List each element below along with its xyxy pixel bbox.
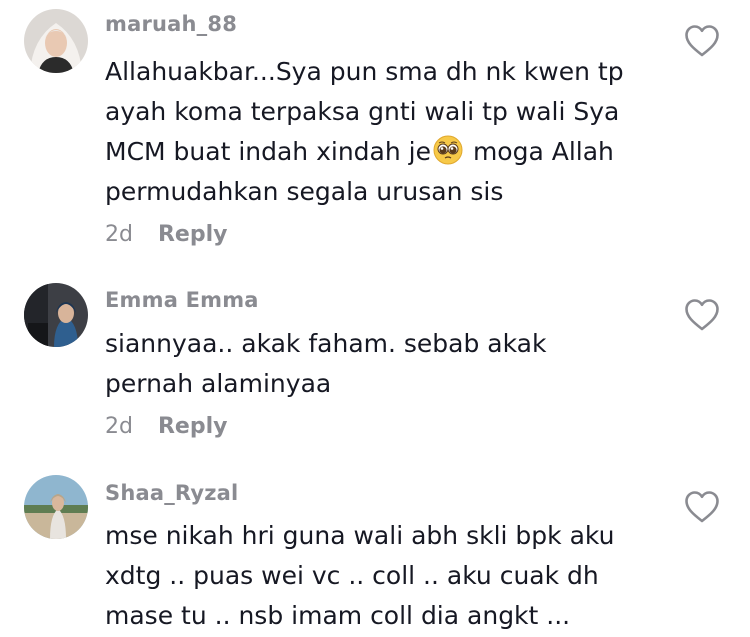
pleading-face-emoji	[433, 135, 463, 165]
like-button[interactable]	[684, 490, 720, 524]
heart-outline-icon	[685, 25, 719, 57]
comment-meta: 2d Reply	[105, 222, 227, 247]
comment-username[interactable]: Emma Emma	[105, 288, 259, 312]
reply-button[interactable]: Reply	[158, 222, 228, 247]
comment-time: 2d	[105, 414, 133, 439]
avatar[interactable]	[24, 475, 88, 539]
like-button[interactable]	[684, 298, 720, 332]
heart-outline-icon	[685, 491, 719, 523]
comment-username[interactable]: maruah_88	[105, 12, 237, 36]
avatar[interactable]	[24, 9, 88, 73]
comment-text: Allahuakbar...Sya pun sma dh nk kwen tp …	[105, 52, 665, 212]
comment-meta: 2d Reply	[105, 414, 227, 439]
avatar[interactable]	[24, 283, 88, 347]
comment-username[interactable]: Shaa_Ryzal	[105, 481, 238, 505]
reply-button[interactable]: Reply	[158, 414, 228, 439]
comment-time: 2d	[105, 222, 133, 247]
comment-text: mse nikah hri guna wali abh skli bpk aku…	[105, 521, 615, 630]
comment-text: siannyaa.. akak faham. sebab akak pernah…	[105, 329, 547, 398]
like-button[interactable]	[684, 24, 720, 58]
heart-outline-icon	[685, 299, 719, 331]
